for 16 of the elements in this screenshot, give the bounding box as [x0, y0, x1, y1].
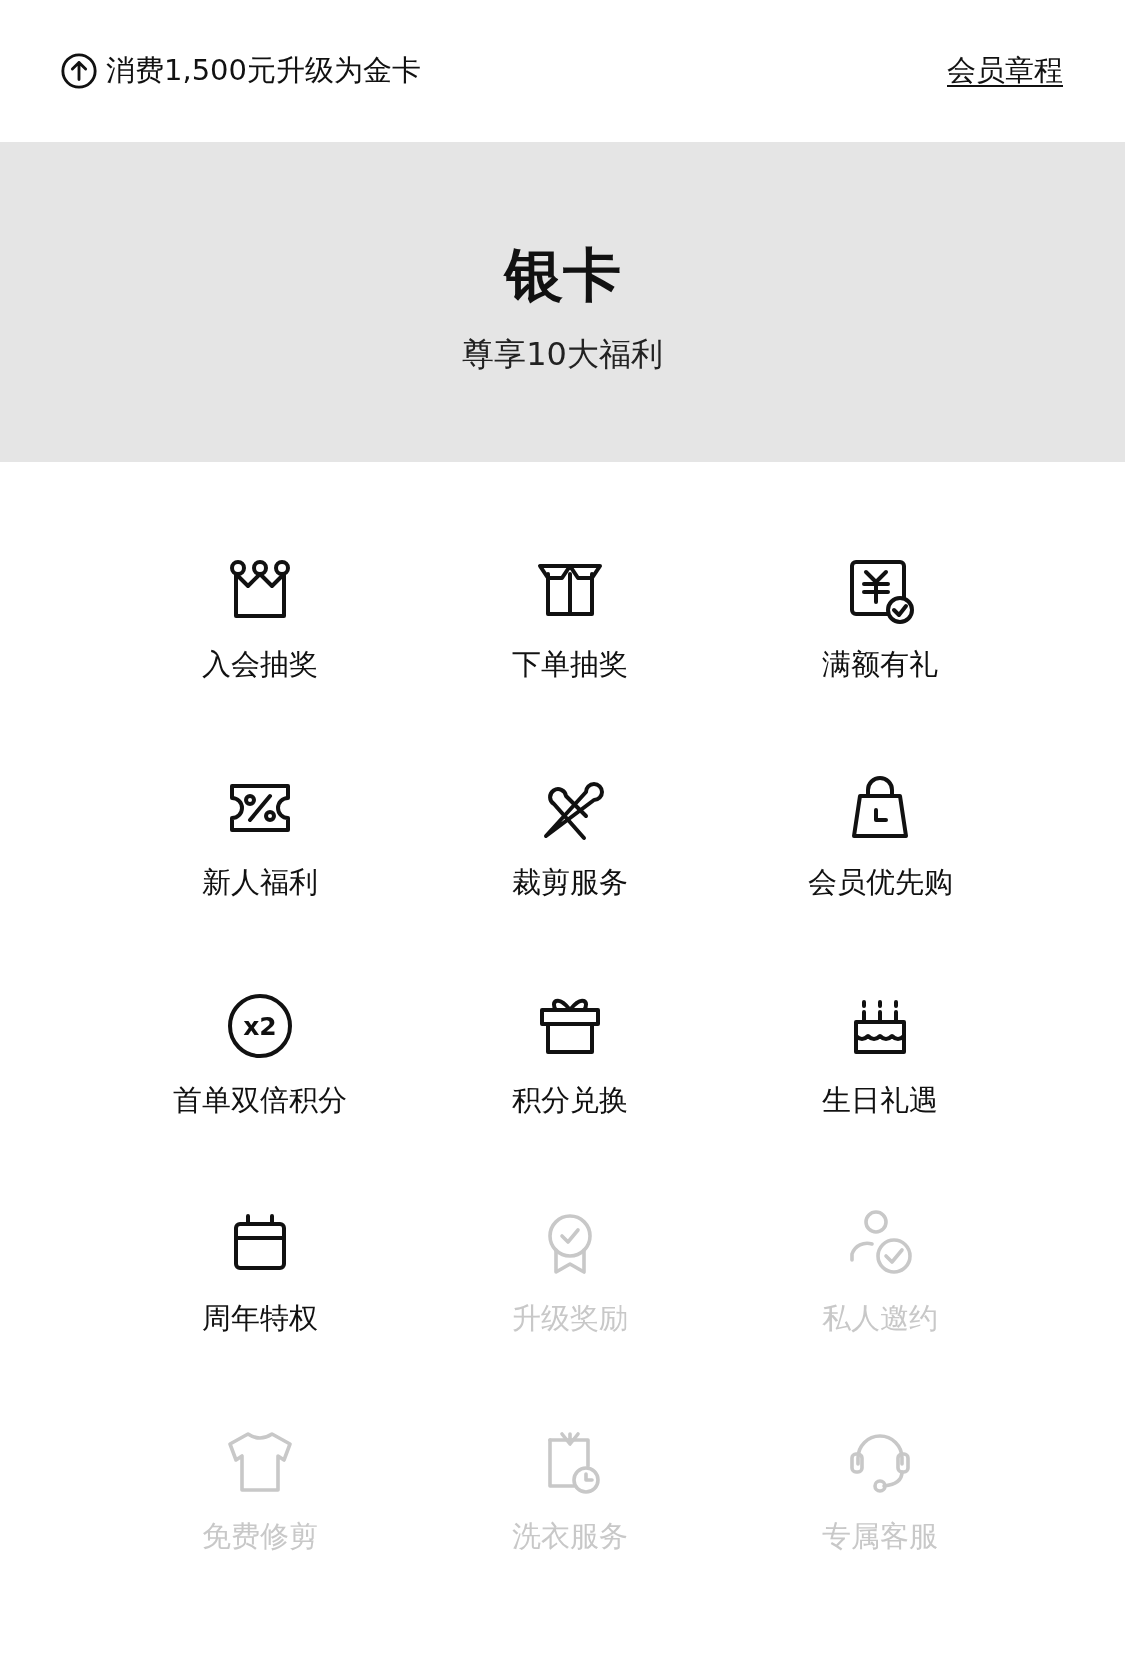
times-two-icon: x2: [228, 994, 292, 1058]
benefit-label: 生日礼遇: [822, 1082, 938, 1119]
benefit-label: 首单双倍积分: [173, 1082, 347, 1119]
benefit-label: 满额有礼: [822, 646, 938, 683]
benefit-label: 下单抽奖: [512, 646, 628, 683]
tier-title: 银卡: [504, 240, 621, 311]
benefit-label: 裁剪服务: [512, 864, 628, 901]
benefit-label: 周年特权: [202, 1300, 318, 1337]
benefit-label: 会员优先购: [807, 864, 953, 901]
upgrade-hint: 消费1,500元升级为金卡: [106, 52, 422, 89]
membership-rules-link[interactable]: 会员章程: [947, 51, 1063, 91]
benefit-label: 新人福利: [202, 864, 318, 901]
arrow-up-circle-icon: [60, 52, 98, 90]
benefit-label: 入会抽奖: [202, 646, 318, 683]
tier-subtitle: 尊享10大福利: [462, 334, 663, 375]
benefit-label: 积分兑换: [512, 1082, 628, 1119]
